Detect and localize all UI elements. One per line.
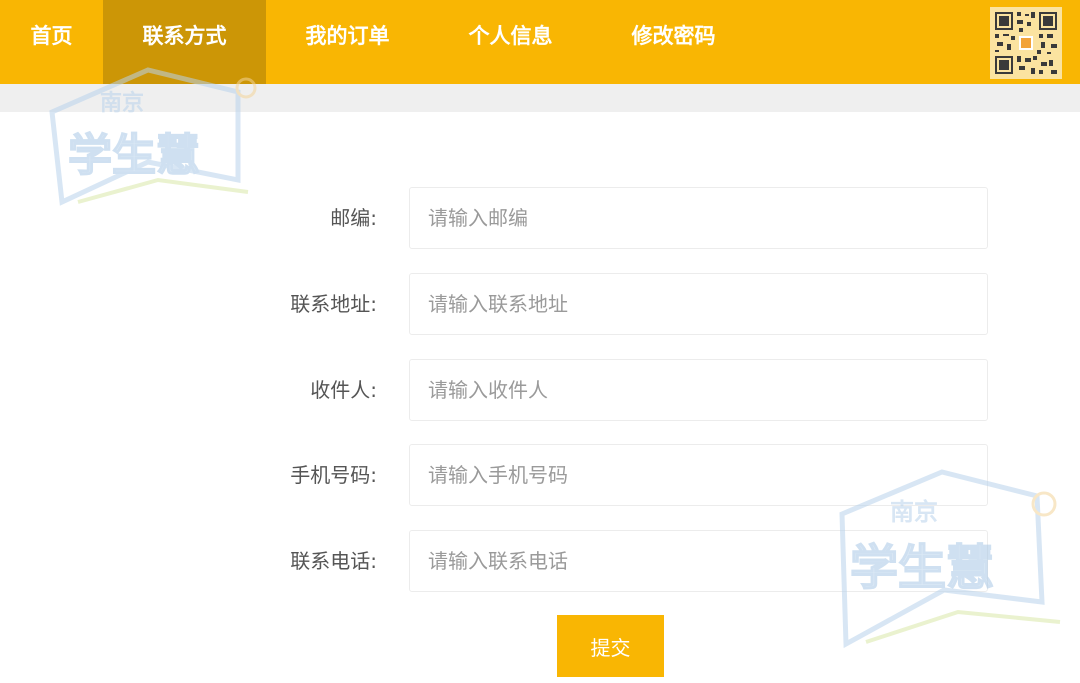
mobile-number-input[interactable] [409,444,988,506]
recipient-input[interactable] [409,359,988,421]
form-row-contact-phone: 联系电话: [0,530,1080,592]
sub-header-strip [0,84,1080,112]
mobile-number-label: 手机号码: [290,463,377,487]
nav-item-home[interactable]: 首页 [0,0,103,84]
form-row-postal-code: 邮编: [0,187,1080,249]
qr-code-icon[interactable] [990,7,1062,79]
postal-code-input[interactable] [409,187,988,249]
qr-code-graphic [993,10,1059,76]
contact-address-input[interactable] [409,273,988,335]
contact-address-label: 联系地址: [290,292,377,316]
submit-button[interactable]: 提交 [557,615,664,677]
form-row-recipient: 收件人: [0,359,1080,421]
recipient-label: 收件人: [310,378,377,402]
top-navigation-bar: 首页 联系方式 我的订单 个人信息 修改密码 [0,0,1080,84]
form-row-contact-address: 联系地址: [0,273,1080,335]
contact-settings-page: 首页 联系方式 我的订单 个人信息 修改密码 南京 学生慧 邮编: 请输入邮编 … [0,0,1080,683]
postal-code-label: 邮编: [330,206,377,230]
contact-phone-input[interactable] [409,530,988,592]
contact-phone-label: 联系电话: [290,549,377,573]
form-row-mobile-number: 手机号码: [0,444,1080,506]
nav-item-personal-info[interactable]: 个人信息 [429,0,592,84]
watermark-line2: 学生慧 [68,130,200,181]
nav-item-contact[interactable]: 联系方式 [103,0,266,84]
nav-item-my-orders[interactable]: 我的订单 [266,0,429,84]
nav-item-change-password[interactable]: 修改密码 [592,0,755,84]
